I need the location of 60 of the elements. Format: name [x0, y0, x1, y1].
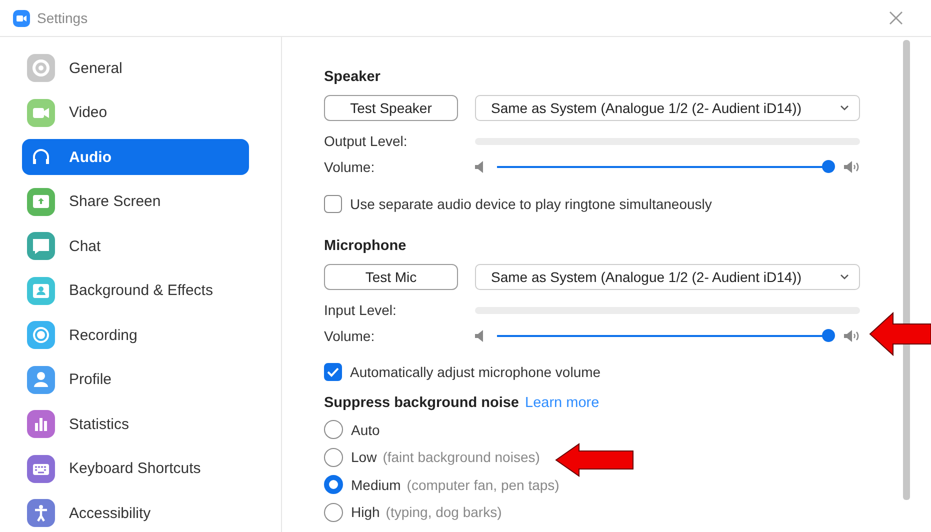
accessibility-icon — [27, 499, 55, 527]
checkbox-label: Use separate audio device to play ringtone simultaneously — [350, 196, 712, 212]
option-detail: (computer fan, pen taps) — [406, 476, 560, 493]
share-icon — [27, 188, 55, 216]
speaker-low-icon — [475, 161, 486, 173]
sidebar-item[interactable]: General — [22, 50, 249, 86]
option-label: Low — [351, 449, 377, 466]
option-label: Medium — [351, 476, 401, 493]
sidebar-item[interactable]: Audio — [22, 139, 249, 175]
background-icon — [27, 276, 55, 304]
window-title: Settings — [37, 10, 89, 26]
test-button[interactable]: Test Speaker — [324, 95, 458, 121]
sidebar-item[interactable]: Accessibility — [22, 495, 249, 531]
section-heading: Speaker — [324, 69, 380, 85]
device-dropdown[interactable]: Same as System (Analogue 1/2 (2- Audient iD14)) — [475, 264, 860, 290]
camera-icon — [27, 98, 55, 126]
radio-button[interactable] — [324, 475, 343, 494]
test-button[interactable]: Test Mic — [324, 264, 458, 290]
sidebar-item[interactable]: Profile — [22, 362, 249, 398]
sidebar-item[interactable]: Statistics — [22, 406, 249, 442]
stats-icon — [27, 410, 55, 438]
field-label: Input Level: — [324, 302, 398, 318]
sidebar-item[interactable]: Chat — [22, 228, 249, 264]
sidebar-item[interactable]: Keyboard Shortcuts — [22, 450, 249, 486]
arrow-annotation — [869, 312, 931, 356]
gear-icon — [27, 54, 55, 82]
option-label: High — [351, 504, 380, 520]
caret-icon — [840, 274, 849, 280]
speaker-high-icon — [844, 330, 860, 342]
caret-icon — [840, 105, 849, 111]
section-heading: Suppress background noise — [324, 395, 519, 411]
sidebar-item[interactable]: Background & Effects — [22, 272, 249, 308]
device-dropdown[interactable]: Same as System (Analogue 1/2 (2- Audient iD14)) — [475, 95, 860, 121]
checkbox-label: Automatically adjust microphone volume — [350, 364, 601, 380]
profile-icon — [27, 366, 55, 394]
close-icon[interactable] — [889, 11, 903, 25]
radio-button[interactable] — [324, 448, 343, 467]
volume-slider-thumb[interactable] — [822, 329, 834, 342]
checkbox[interactable] — [324, 363, 342, 381]
checkbox[interactable] — [324, 195, 342, 213]
sidebar-item[interactable]: Recording — [22, 317, 249, 353]
volume-slider-thumb[interactable] — [822, 160, 834, 173]
option-label: Auto — [351, 422, 380, 438]
radio-button[interactable] — [324, 420, 343, 440]
keyboard-icon — [27, 454, 55, 482]
sidebar-item[interactable]: Share Screen — [22, 184, 249, 220]
radio-button[interactable] — [324, 502, 343, 522]
option-detail: (faint background noises) — [382, 449, 540, 466]
record-icon — [27, 321, 55, 349]
field-label: Volume: — [324, 328, 376, 344]
section-heading: Microphone — [324, 238, 406, 254]
option-detail: (typing, dog barks) — [386, 504, 502, 520]
app-logo-icon — [13, 10, 30, 26]
chat-icon — [27, 232, 55, 260]
speaker-high-icon — [844, 161, 860, 173]
field-label: Volume: — [324, 159, 376, 175]
speaker-low-icon — [475, 330, 486, 342]
scrollbar-thumb[interactable] — [903, 40, 910, 500]
field-label: Output Level: — [324, 133, 408, 149]
sidebar-item[interactable]: Video — [22, 94, 249, 130]
